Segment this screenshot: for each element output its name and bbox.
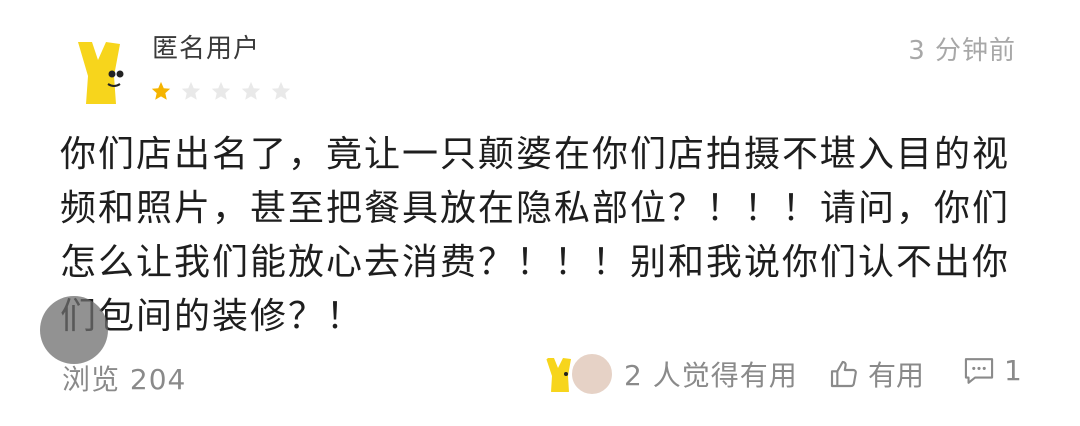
rating-stars bbox=[150, 80, 292, 102]
user-avatar-small bbox=[570, 352, 614, 396]
view-count: 浏览 204 bbox=[62, 363, 187, 396]
thumbs-up-icon bbox=[830, 360, 857, 388]
star-icon bbox=[241, 81, 261, 100]
comment-count: 1 bbox=[1004, 354, 1022, 387]
star-icon bbox=[181, 81, 201, 100]
review-content: 你们店出名了，竟让一只颠婆在你们店拍摄不堪入目的视频和照片，甚至把餐具放在隐私部… bbox=[60, 134, 1011, 337]
star-icon bbox=[151, 81, 171, 100]
useful-label: 有用 bbox=[868, 359, 925, 392]
username[interactable]: 匿名用户 bbox=[152, 28, 260, 65]
user-avatar[interactable] bbox=[70, 38, 132, 108]
comment-button[interactable]: 1 bbox=[962, 354, 1022, 387]
useful-button[interactable]: 有用 bbox=[828, 354, 924, 394]
star-icon bbox=[211, 81, 231, 100]
helpful-summary[interactable]: 2 人觉得有用 bbox=[540, 352, 798, 396]
comment-icon bbox=[964, 357, 994, 384]
floating-overlay-button[interactable] bbox=[40, 296, 108, 364]
mascot-avatar-icon bbox=[78, 42, 124, 104]
post-time: 3 分钟前 bbox=[908, 36, 1016, 66]
star-icon bbox=[271, 81, 291, 100]
helpful-count: 2 人觉得有用 bbox=[624, 359, 798, 392]
